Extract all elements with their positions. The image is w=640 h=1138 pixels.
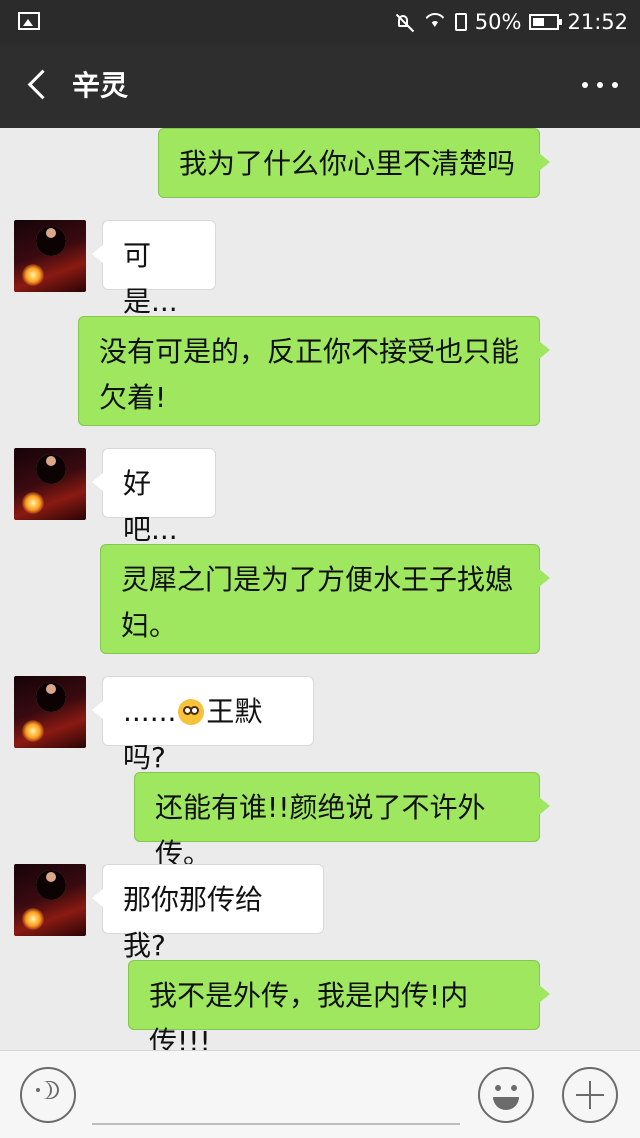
message-bubble-outgoing[interactable]: 我不是外传，我是内传!内传!!! [128, 960, 550, 1050]
message-text: 我为了什么你心里不清楚吗 [179, 147, 516, 180]
gallery-icon [18, 12, 40, 30]
flushed-face-emoji-icon [178, 699, 205, 725]
emoji-icon[interactable] [478, 1067, 534, 1123]
sim-icon [454, 13, 467, 31]
wifi-icon [423, 13, 447, 31]
battery-percent: 50% [474, 10, 522, 34]
contact-avatar[interactable] [14, 676, 86, 748]
message-text: 可是... [123, 239, 178, 318]
chevron-left-icon[interactable] [26, 72, 50, 96]
contact-avatar[interactable] [14, 864, 86, 936]
message-text: 那你那传给我? [123, 883, 264, 962]
battery-icon [529, 14, 563, 30]
message-text-before-emoji: ...... [123, 695, 177, 728]
message-text: 我不是外传，我是内传!内传!!! [149, 979, 469, 1050]
status-bar: 50% 21:52 [0, 0, 640, 44]
more-dots-icon[interactable] [582, 82, 618, 90]
clock: 21:52 [567, 10, 628, 34]
message-bubble-outgoing[interactable]: 还能有谁!!颜绝说了不许外传。 [134, 772, 550, 870]
message-text: 还能有谁!!颜绝说了不许外传。 [155, 791, 486, 870]
contact-avatar[interactable] [14, 220, 86, 292]
message-bubble-outgoing[interactable]: 没有可是的，反正你不接受也只能欠着! [78, 316, 550, 426]
message-bubble-incoming[interactable]: ...... 王默吗? [92, 676, 314, 774]
mute-icon [395, 12, 415, 32]
message-list[interactable]: 我为了什么你心里不清楚吗 可是... 没有可是的，反正你不接受也只能欠着! 好吧… [0, 128, 640, 1050]
voice-icon[interactable] [20, 1067, 76, 1123]
plus-icon[interactable] [562, 1067, 618, 1123]
message-text: 好吧... [123, 467, 178, 546]
status-indicators: 50% 21:52 [395, 8, 628, 36]
message-bubble-incoming[interactable]: 那你那传给我? [92, 864, 324, 962]
chat-header: 辛灵 [0, 44, 640, 128]
message-bubble-outgoing[interactable]: 我为了什么你心里不清楚吗 [158, 128, 550, 198]
message-bubble-outgoing[interactable]: 灵犀之门是为了方便水王子找媳妇。 [100, 544, 550, 654]
contact-avatar[interactable] [14, 448, 86, 520]
input-bar [0, 1050, 640, 1138]
message-text: 没有可是的，反正你不接受也只能欠着! [99, 335, 520, 414]
message-bubble-incoming[interactable]: 好吧... [92, 448, 216, 546]
message-text: 灵犀之门是为了方便水王子找媳妇。 [121, 563, 514, 642]
message-bubble-incoming[interactable]: 可是... [92, 220, 216, 318]
message-input[interactable] [92, 1069, 460, 1125]
chat-title: 辛灵 [72, 69, 129, 102]
